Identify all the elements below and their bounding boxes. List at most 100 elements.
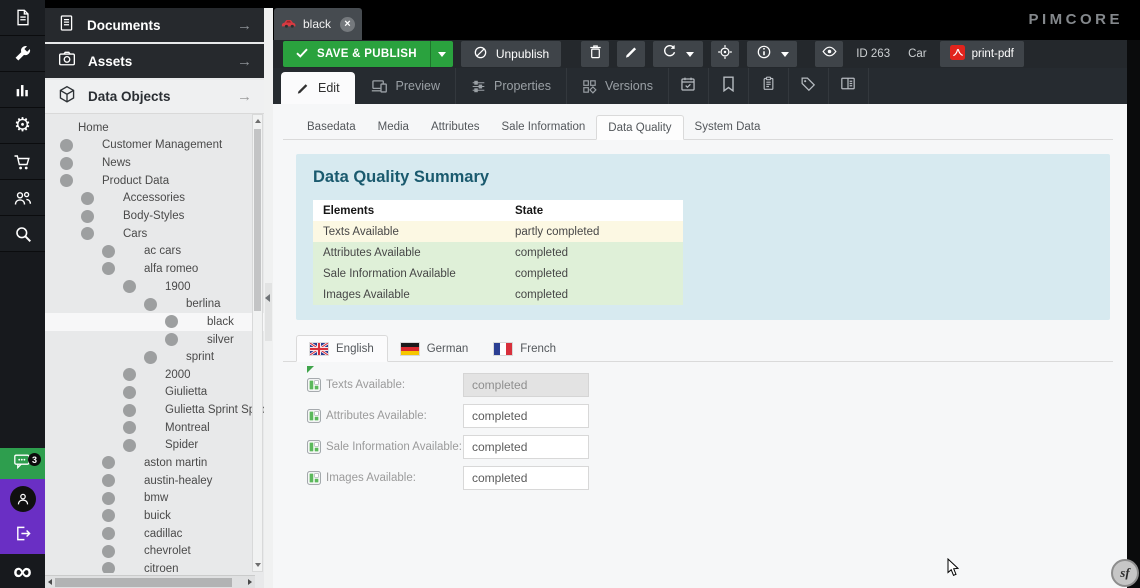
tree-expander-icon[interactable] [102,245,115,258]
field-value-input[interactable]: completed [463,404,589,428]
view-tab[interactable]: Preview [356,68,456,104]
content-tab[interactable]: Attributes [420,115,491,140]
tree-item[interactable]: alfa romeo [45,260,264,278]
tree-item[interactable]: buick [45,507,264,525]
tab-schedule[interactable] [669,68,709,104]
content-tab[interactable]: Media [367,115,420,140]
tree-expander-icon[interactable] [60,157,73,170]
delete-button[interactable] [581,41,609,67]
tree-vertical-scrollbar[interactable] [252,114,263,572]
tree-item[interactable]: silver [45,331,264,349]
tree-expander-icon[interactable] [102,474,115,487]
rail-tools-button[interactable] [0,36,45,72]
tree-item[interactable]: 2000 [45,366,264,384]
tree-item[interactable]: citroen [45,560,264,573]
view-tab[interactable]: Properties [456,68,567,104]
accordion-assets[interactable]: Assets → [45,44,264,78]
tree-expander-icon[interactable] [60,139,73,152]
print-pdf-button[interactable]: print-pdf [940,41,1024,67]
rail-documents-button[interactable] [0,0,45,36]
tree-item[interactable]: Customer Management [45,137,264,155]
tree-item[interactable]: austin-healey [45,472,264,490]
tree-expander-icon[interactable] [123,280,136,293]
tree-item[interactable]: Product Data [45,172,264,190]
symfony-debug-badge[interactable]: sf [1111,559,1139,587]
tab-bookmark[interactable] [709,68,749,104]
reload-dropdown-icon[interactable] [686,52,694,57]
locate-in-tree-button[interactable] [711,41,739,67]
scroll-left-icon[interactable] [48,579,52,585]
content-tab[interactable]: Data Quality [596,115,683,140]
field-value-input[interactable]: completed [463,466,589,490]
tree-expander-icon[interactable] [165,333,178,346]
scroll-down-icon[interactable] [255,563,261,567]
view-tab[interactable]: Versions [567,68,669,104]
tree-expander-icon[interactable] [123,421,136,434]
tree-item[interactable]: chevrolet [45,542,264,560]
tree-expander-icon[interactable] [123,386,136,399]
tree-item[interactable]: Montreal [45,419,264,437]
tree-item[interactable]: Spider [45,437,264,455]
tree-item[interactable]: Giulietta [45,384,264,402]
rail-settings-button[interactable]: ⚙ [0,108,45,144]
save-publish-button[interactable]: SAVE & PUBLISH [283,41,453,67]
tree-expander-icon[interactable] [102,262,115,275]
tree-item[interactable]: Gulietta Sprint Specia [45,401,264,419]
tree-expander-icon[interactable] [81,227,94,240]
tab-layout[interactable] [829,68,869,104]
tree-item[interactable]: Cars [45,225,264,243]
tree-item[interactable]: black [45,313,264,331]
tree-expander-icon[interactable] [102,545,115,558]
tab-tags[interactable] [789,68,829,104]
field-value-input[interactable]: completed [463,373,589,397]
tree-item[interactable]: berlina [45,295,264,313]
tree-item[interactable]: aston martin [45,454,264,472]
accordion-documents[interactable]: Documents → [45,8,264,42]
open-preview-button[interactable] [815,41,843,67]
close-tab-icon[interactable]: × [340,17,355,32]
rename-button[interactable] [617,41,645,67]
scroll-up-icon[interactable] [255,119,261,123]
tree-horizontal-scrollbar[interactable] [45,575,255,588]
scrollbar-thumb[interactable] [55,578,232,587]
unpublish-button[interactable]: Unpublish [461,41,561,67]
tree-expander-icon[interactable] [165,315,178,328]
rail-customers-button[interactable] [0,180,45,216]
content-tab[interactable]: Basedata [296,115,367,140]
tree-expander-icon[interactable] [102,562,115,573]
tree-expander-icon[interactable] [81,192,94,205]
info-dropdown-icon[interactable] [781,52,789,57]
tree-item[interactable]: Home [45,119,264,137]
tree-expander-icon[interactable] [102,456,115,469]
tree-expander-icon[interactable] [123,404,136,417]
tree-expander-icon[interactable] [102,527,115,540]
language-tab[interactable]: French [481,335,569,362]
tree-item[interactable]: Accessories [45,190,264,208]
language-tab[interactable]: German [388,335,482,362]
rail-search-button[interactable] [0,216,45,252]
content-tab[interactable]: Sale Information [491,115,597,140]
tree-expander-icon[interactable] [123,439,136,452]
tab-black[interactable]: black × [274,8,362,40]
tree-item[interactable]: bmw [45,489,264,507]
pimcore-logo-icon[interactable]: ∞ [0,554,45,588]
tree-expander-icon[interactable] [102,492,115,505]
tree-expander-icon[interactable] [102,509,115,522]
tree-expander-icon[interactable] [144,351,157,364]
tree-item[interactable]: 1900 [45,278,264,296]
tab-notes[interactable] [749,68,789,104]
tree-item[interactable]: News [45,154,264,172]
panel-splitter[interactable] [264,8,273,588]
info-button[interactable] [747,41,797,67]
tree-expander-icon[interactable] [144,298,157,311]
rail-user-button[interactable] [0,479,45,518]
tree-item[interactable]: Body-Styles [45,207,264,225]
view-tab[interactable]: Edit [281,72,355,104]
content-tab[interactable]: System Data [684,115,772,140]
accordion-data-objects[interactable]: Data Objects → [45,80,264,114]
scroll-right-icon[interactable] [248,579,252,585]
scrollbar-thumb[interactable] [254,129,261,311]
tree-item[interactable]: sprint [45,348,264,366]
tree-expander-icon[interactable] [60,174,73,187]
tree-expander-icon[interactable] [123,368,136,381]
